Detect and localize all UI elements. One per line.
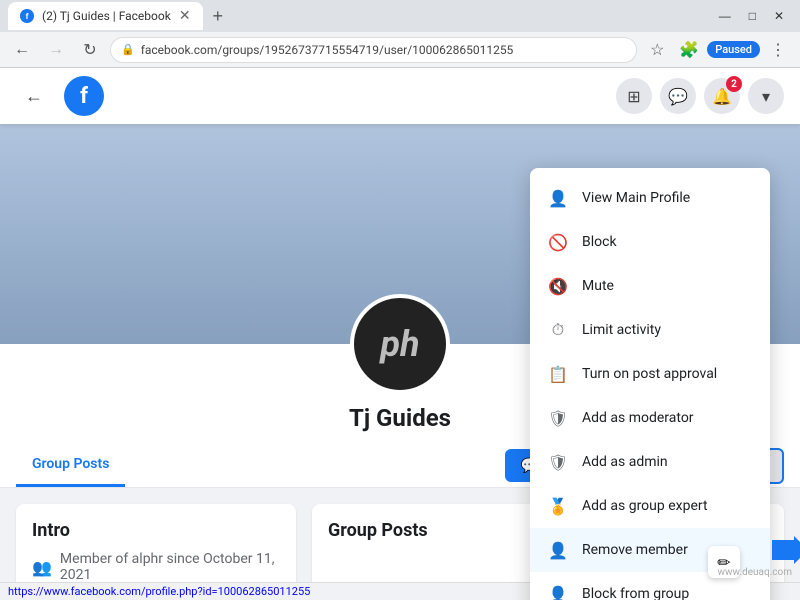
avatar-initials: ph (380, 323, 419, 365)
window-controls: — □ ✕ (711, 0, 792, 32)
new-tab-button[interactable]: + (207, 6, 230, 27)
profile-avatar: ph (350, 294, 450, 394)
person-icon: 👤 (546, 186, 570, 210)
menu-button[interactable]: ⋮ (764, 36, 792, 64)
remove-person-icon: 👤 (546, 538, 570, 562)
bookmark-button[interactable]: ☆ (643, 36, 671, 64)
shield-mod-icon: 🛡 (546, 406, 570, 430)
chevron-down-icon: ▾ (762, 87, 770, 106)
fb-back-button[interactable]: ← (16, 78, 52, 114)
block-person-icon: 👤 (546, 582, 570, 600)
dropdown-item-limit-activity[interactable]: ⏱ Limit activity (530, 308, 770, 352)
intro-title: Intro (32, 520, 280, 541)
intro-member-since: 👥 Member of alphr since October 11, 2021 (32, 551, 280, 583)
mute-icon: 🔇 (546, 274, 570, 298)
lock-icon: 🔒 (121, 43, 135, 56)
dropdown-item-mute[interactable]: 🔇 Mute (530, 264, 770, 308)
browser-tab[interactable]: f (2) Tj Guides | Facebook ✕ (8, 2, 203, 30)
header-right: ⊞ 💬 🔔 2 ▾ (616, 78, 784, 114)
dropdown-item-add-moderator[interactable]: 🛡 Add as moderator (530, 396, 770, 440)
tab-group-posts[interactable]: Group Posts (16, 444, 125, 487)
paused-badge: Paused (707, 41, 760, 58)
toolbar-actions: ☆ 🧩 Paused ⋮ (643, 36, 792, 64)
back-button[interactable]: ← (8, 36, 36, 64)
refresh-button[interactable]: ↻ (76, 36, 104, 64)
watermark: www.deuaq.com (718, 567, 793, 578)
notifications-button[interactable]: 🔔 2 (704, 78, 740, 114)
facebook-page: ← f ⊞ 💬 🔔 2 ▾ ph Tj (0, 68, 800, 600)
browser-window: f (2) Tj Guides | Facebook ✕ + — □ ✕ ← →… (0, 0, 800, 68)
arrow-pointer-icon (772, 536, 800, 564)
tab-favicon: f (20, 9, 34, 23)
grid-icon-button[interactable]: ⊞ (616, 78, 652, 114)
dropdown-item-block[interactable]: 🚫 Block (530, 220, 770, 264)
tab-close-button[interactable]: ✕ (179, 8, 191, 24)
address-bar[interactable]: 🔒 facebook.com/groups/19526737715554719/… (110, 37, 637, 63)
close-button[interactable]: ✕ (766, 0, 792, 32)
clock-icon: ⏱ (546, 318, 570, 342)
tab-title: (2) Tj Guides | Facebook (42, 9, 171, 23)
dropdown-menu: 👤 View Main Profile 🚫 Block 🔇 Mute ⏱ Lim… (530, 168, 770, 600)
dropdown-item-add-expert[interactable]: 🏅 Add as group expert (530, 484, 770, 528)
extensions-button[interactable]: 🧩 (675, 36, 703, 64)
status-url: https://www.facebook.com/profile.php?id=… (8, 585, 310, 598)
browser-titlebar: f (2) Tj Guides | Facebook ✕ + — □ ✕ (0, 0, 800, 32)
dropdown-item-post-approval[interactable]: 📋 Turn on post approval (530, 352, 770, 396)
fb-logo[interactable]: f (64, 76, 104, 116)
grid-icon: ⊞ (627, 87, 640, 106)
maximize-button[interactable]: □ (741, 0, 764, 32)
shield-admin-icon: 🛡 (546, 450, 570, 474)
notification-count: 2 (726, 76, 742, 92)
medal-icon: 🏅 (546, 494, 570, 518)
group-icon: 👥 (32, 558, 52, 577)
messenger-icon: 💬 (668, 87, 688, 106)
clipboard-icon: 📋 (546, 362, 570, 386)
forward-button[interactable]: → (42, 36, 70, 64)
url-text: facebook.com/groups/19526737715554719/us… (141, 43, 627, 57)
profile-avatar-container: ph (350, 294, 450, 394)
minimize-button[interactable]: — (711, 0, 739, 32)
block-icon: 🚫 (546, 230, 570, 254)
account-chevron-button[interactable]: ▾ (748, 78, 784, 114)
fb-header: ← f ⊞ 💬 🔔 2 ▾ (0, 68, 800, 124)
messenger-button[interactable]: 💬 (660, 78, 696, 114)
dropdown-item-view-main-profile[interactable]: 👤 View Main Profile (530, 176, 770, 220)
browser-toolbar: ← → ↻ 🔒 facebook.com/groups/195267377155… (0, 32, 800, 68)
dropdown-item-add-admin[interactable]: 🛡 Add as admin (530, 440, 770, 484)
